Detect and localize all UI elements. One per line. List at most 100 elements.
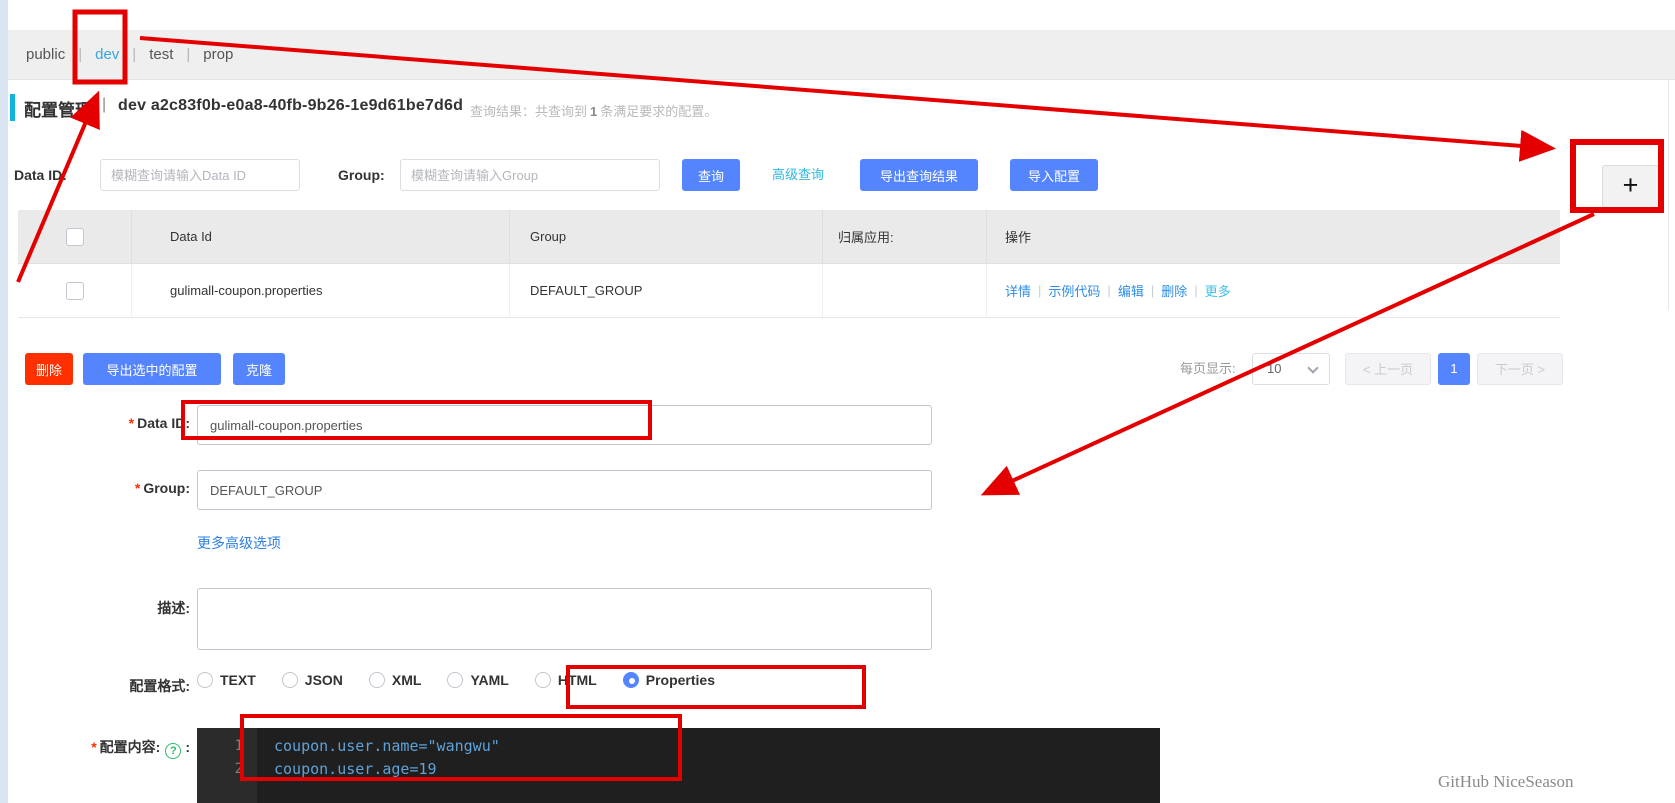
radio-json-label: JSON bbox=[304, 672, 343, 688]
column-header-group: Group bbox=[510, 210, 823, 264]
form-group-input[interactable] bbox=[197, 470, 932, 510]
query-result-suffix: 条满足要求的配置。 bbox=[600, 104, 718, 119]
row-checkbox[interactable] bbox=[65, 281, 84, 300]
tab-separator: | bbox=[78, 46, 83, 63]
required-asterisk: * bbox=[134, 480, 141, 496]
radio-text-label: TEXT bbox=[220, 672, 256, 688]
action-edit-link[interactable]: 编辑 bbox=[1118, 281, 1144, 300]
query-result-text: 查询结果：共查询到 1 条满足要求的配置。 bbox=[470, 101, 717, 120]
page-size-label: 每页显示: bbox=[1180, 361, 1236, 376]
action-separator: | bbox=[1038, 283, 1042, 298]
clone-button[interactable]: 克隆 bbox=[233, 353, 285, 385]
radio-properties[interactable]: Properties bbox=[622, 672, 715, 688]
format-radio-group: TEXT JSON XML YAML HTML Properties bbox=[197, 672, 741, 688]
row-operations: 详情 | 示例代码 | 编辑 | 删除 | 更多 bbox=[987, 264, 1560, 318]
delete-selected-button[interactable]: 删除 bbox=[25, 353, 73, 385]
form-description-textarea[interactable] bbox=[197, 588, 932, 650]
namespace-detail: dev a2c83f0b-e0a8-40fb-9b26-1e9d61be7d6d bbox=[118, 97, 464, 114]
page-title: 配置管理 bbox=[24, 101, 92, 120]
form-format-label: 配置格式: bbox=[129, 678, 190, 694]
title-divider: | bbox=[102, 96, 107, 113]
action-separator: | bbox=[1194, 283, 1198, 298]
radio-xml[interactable]: XML bbox=[368, 672, 422, 688]
required-asterisk: * bbox=[128, 415, 135, 431]
form-dataid-label-text: Data ID: bbox=[137, 415, 190, 431]
form-dataid-label: * Data ID: bbox=[0, 415, 190, 431]
form-content-colon: : bbox=[185, 739, 190, 755]
tab-separator: | bbox=[132, 46, 137, 63]
help-question-icon[interactable]: ? bbox=[165, 743, 182, 759]
required-asterisk: * bbox=[91, 739, 97, 755]
radio-icon bbox=[447, 672, 464, 688]
search-group-input[interactable] bbox=[400, 159, 660, 191]
nacos-config-page: public | dev | test | prop 配置管理 | dev a2… bbox=[0, 0, 1675, 803]
form-dataid-input[interactable] bbox=[197, 405, 932, 445]
page-size-value: 10 bbox=[1267, 361, 1282, 376]
advanced-query-link[interactable]: 高级查询 bbox=[772, 159, 824, 191]
action-sample-code-link[interactable]: 示例代码 bbox=[1048, 281, 1100, 300]
line-number: 1 bbox=[234, 738, 243, 754]
form-description-label: 描述: bbox=[157, 600, 190, 616]
namespace-tab-prop[interactable]: prop bbox=[203, 46, 233, 63]
query-result-count: 1 bbox=[590, 104, 598, 119]
line-number: 2 bbox=[234, 761, 243, 777]
radio-yaml[interactable]: YAML bbox=[447, 672, 509, 688]
radio-yaml-label: YAML bbox=[470, 672, 509, 688]
editor-code-area[interactable]: coupon.user.name="wangwu" coupon.user.ag… bbox=[257, 728, 1160, 803]
form-content-label-text: 配置内容: bbox=[99, 739, 161, 755]
export-selected-button[interactable]: 导出选中的配置 bbox=[83, 353, 221, 385]
query-button[interactable]: 查询 bbox=[682, 159, 740, 191]
column-header-data-id: Data Id bbox=[132, 210, 510, 264]
code-line: coupon.user.age=19 bbox=[274, 760, 437, 778]
tab-separator: | bbox=[186, 46, 191, 63]
radio-icon bbox=[197, 672, 213, 688]
search-dataid-input[interactable] bbox=[100, 159, 300, 191]
title-accent-bar bbox=[10, 94, 15, 121]
radio-html[interactable]: HTML bbox=[534, 672, 597, 688]
export-results-button[interactable]: 导出查询结果 bbox=[860, 159, 978, 191]
select-all-checkbox[interactable] bbox=[65, 227, 84, 246]
radio-text[interactable]: TEXT bbox=[197, 672, 256, 688]
table-row: gulimall-coupon.properties DEFAULT_GROUP… bbox=[18, 264, 1560, 318]
radio-xml-label: XML bbox=[391, 672, 422, 688]
radio-selected-icon bbox=[622, 672, 639, 688]
action-delete-link[interactable]: 删除 bbox=[1161, 281, 1187, 300]
prev-page-button[interactable]: < 上一页 bbox=[1345, 353, 1431, 385]
current-page-button[interactable]: 1 bbox=[1438, 353, 1470, 385]
radio-icon bbox=[534, 672, 551, 688]
form-content-label: * 配置内容:?: bbox=[0, 737, 190, 759]
table-header-row: Data Id Group 归属应用: 操作 bbox=[18, 210, 1560, 264]
watermark-text: GitHub NiceSeason bbox=[1438, 772, 1574, 791]
search-group-label: Group: bbox=[338, 167, 385, 183]
add-config-button[interactable]: + bbox=[1602, 165, 1659, 208]
namespace-tab-test[interactable]: test bbox=[149, 46, 173, 63]
row-app bbox=[823, 264, 987, 318]
query-result-prefix: 查询结果：共查询到 bbox=[470, 104, 588, 119]
next-page-button[interactable]: 下一页 > bbox=[1477, 353, 1563, 385]
column-header-operations: 操作 bbox=[987, 210, 1560, 264]
advanced-options-link[interactable]: 更多高级选项 bbox=[197, 533, 281, 553]
search-dataid-label: Data ID: bbox=[14, 167, 67, 183]
action-separator: | bbox=[1107, 283, 1111, 298]
radio-json[interactable]: JSON bbox=[281, 672, 343, 688]
namespace-tab-public[interactable]: public bbox=[26, 46, 65, 63]
chevron-down-icon bbox=[1307, 362, 1319, 374]
radio-icon bbox=[281, 672, 298, 688]
action-separator: | bbox=[1150, 283, 1155, 298]
code-line: coupon.user.name="wangwu" bbox=[274, 737, 500, 755]
namespace-tab-dev[interactable]: dev bbox=[95, 46, 119, 63]
form-group-label-text: Group: bbox=[143, 480, 190, 496]
editor-line-numbers: 1 2 bbox=[197, 728, 257, 803]
row-data-id: gulimall-coupon.properties bbox=[132, 264, 510, 318]
namespace-tabbar: public | dev | test | prop bbox=[8, 30, 1675, 80]
radio-html-label: HTML bbox=[557, 672, 597, 688]
action-more-link[interactable]: 更多 bbox=[1205, 281, 1231, 300]
column-header-app: 归属应用: bbox=[823, 210, 987, 264]
row-group: DEFAULT_GROUP bbox=[510, 264, 823, 318]
page-size-select[interactable]: 10 bbox=[1252, 353, 1330, 385]
config-content-editor[interactable]: 1 2 coupon.user.name="wangwu" coupon.use… bbox=[197, 728, 1160, 803]
radio-icon bbox=[368, 672, 385, 688]
action-detail-link[interactable]: 详情 bbox=[1005, 281, 1031, 300]
config-table: Data Id Group 归属应用: 操作 gulimall-coupon.p… bbox=[18, 210, 1560, 318]
import-config-button[interactable]: 导入配置 bbox=[1010, 159, 1098, 191]
